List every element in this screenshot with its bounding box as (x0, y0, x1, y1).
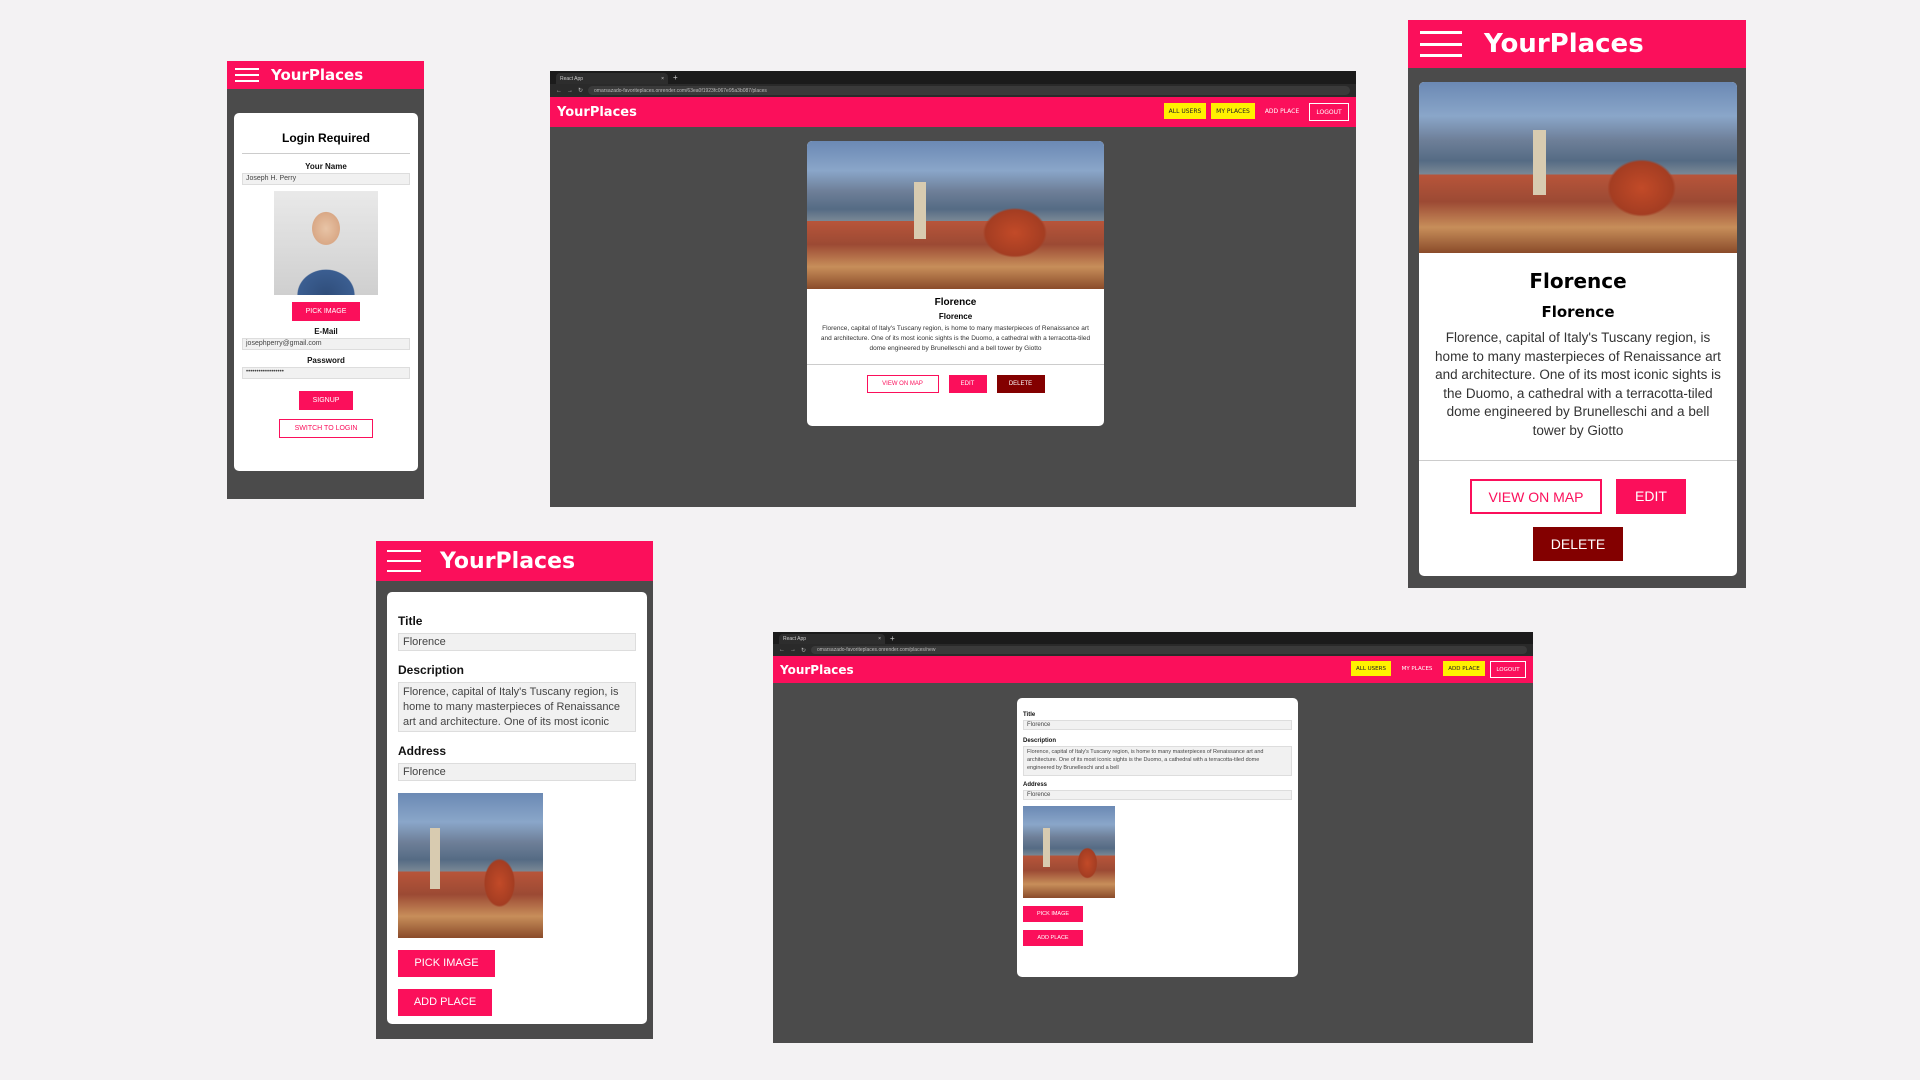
switch-to-login-button[interactable]: SWITCH TO LOGIN (279, 419, 373, 438)
title-label: Title (1023, 712, 1036, 718)
edit-button[interactable]: EDIT (1616, 479, 1686, 514)
name-label: Your Name (305, 162, 347, 171)
browser-tabbar: React App × + (773, 632, 1533, 644)
nav-logout[interactable]: LOGOUT (1490, 661, 1526, 678)
login-card: Login Required Your Name Joseph H. Perry… (234, 113, 418, 471)
address-input[interactable]: Florence (398, 763, 636, 781)
mobile-new-place-screen: YourPlaces Title Florence Description Fl… (376, 541, 653, 1039)
image-preview (1023, 806, 1115, 898)
place-address: Florence (1541, 303, 1615, 321)
place-description: Florence, capital of Italy's Tuscany reg… (1435, 330, 1721, 438)
place-card: Florence Florence Florence, capital of I… (807, 141, 1104, 426)
browser-tabbar: React App × + (550, 71, 1356, 84)
mobile-header: YourPlaces (1408, 20, 1746, 68)
pick-image-button[interactable]: PICK IMAGE (1023, 906, 1083, 922)
brand-title[interactable]: YourPlaces (1484, 29, 1644, 59)
nav-all-users[interactable]: ALL USERS (1351, 661, 1391, 676)
place-image (807, 141, 1104, 289)
address-label: Address (398, 744, 447, 758)
mobile-login-screen: YourPlaces Login Required Your Name Jose… (227, 61, 424, 499)
browser-tab[interactable]: React App × (556, 73, 668, 84)
nav-my-places[interactable]: MY PLACES (1211, 103, 1255, 119)
nav-my-places[interactable]: MY PLACES (1396, 661, 1438, 676)
view-on-map-button[interactable]: VIEW ON MAP (866, 375, 939, 393)
place-card: Florence Florence Florence, capital of I… (1419, 82, 1737, 576)
browser-urlbar: ← → ↻ omarsazado-favoriteplaces.onrender… (773, 644, 1533, 656)
name-input[interactable]: Joseph H. Perry (242, 173, 410, 185)
password-input[interactable]: •••••••••••••••••• (242, 367, 410, 379)
place-title: Florence (1529, 269, 1627, 293)
address-bar[interactable]: omarsazado-favoriteplaces.onrender.com/p… (811, 646, 1527, 654)
add-place-button[interactable]: ADD PLACE (398, 989, 492, 1016)
new-tab-icon[interactable]: + (890, 634, 895, 643)
url-text: omarsazado-favoriteplaces.onrender.com/6… (594, 87, 767, 94)
browser-urlbar: ← → ↻ omarsazado-favoriteplaces.onrender… (550, 84, 1356, 97)
delete-button[interactable]: DELETE (1533, 527, 1623, 561)
email-input[interactable]: josephperry@gmail.com (242, 338, 410, 350)
email-label: E-Mail (314, 327, 338, 336)
tab-title: React App (560, 75, 584, 82)
hamburger-icon[interactable] (235, 68, 259, 82)
nav-add-place[interactable]: ADD PLACE (1443, 661, 1485, 676)
title-input[interactable]: Florence (398, 633, 636, 651)
address-input[interactable]: Florence (1023, 790, 1292, 800)
reload-icon[interactable]: ↻ (801, 647, 806, 654)
app-header: YourPlaces ALL USERS MY PLACES ADD PLACE… (773, 656, 1533, 683)
mobile-header: YourPlaces (227, 61, 424, 89)
password-label: Password (307, 356, 345, 365)
hamburger-icon[interactable] (1420, 31, 1462, 57)
nav-logout[interactable]: LOGOUT (1309, 103, 1349, 121)
description-label: Description (398, 663, 465, 677)
brand-title[interactable]: YourPlaces (780, 663, 854, 677)
profile-image-preview (274, 191, 378, 295)
close-icon[interactable]: × (661, 76, 664, 82)
back-icon[interactable]: ← (556, 88, 562, 94)
app-header: YourPlaces ALL USERS MY PLACES ADD PLACE… (550, 97, 1356, 127)
delete-button[interactable]: DELETE (996, 375, 1045, 393)
new-place-form: Title Florence Description Florence, cap… (1017, 698, 1298, 977)
brand-title[interactable]: YourPlaces (440, 549, 575, 574)
url-text: omarsazado-favoriteplaces.onrender.com/p… (817, 647, 936, 653)
description-textarea[interactable]: Florence, capital of Italy's Tuscany reg… (1023, 746, 1292, 776)
back-icon[interactable]: ← (779, 647, 785, 653)
place-image (1419, 82, 1737, 253)
address-bar[interactable]: omarsazado-favoriteplaces.onrender.com/6… (588, 86, 1350, 95)
title-input[interactable]: Florence (1023, 720, 1292, 730)
browser-window-new-place: React App × + ← → ↻ omarsazado-favoritep… (773, 632, 1533, 1043)
nav-all-users[interactable]: ALL USERS (1164, 103, 1206, 119)
new-place-form: Title Florence Description Florence, cap… (387, 592, 647, 1024)
pick-image-button[interactable]: PICK IMAGE (292, 302, 360, 321)
hamburger-icon[interactable] (387, 550, 421, 572)
address-label: Address (1023, 782, 1048, 788)
pick-image-button[interactable]: PICK IMAGE (398, 950, 495, 977)
nav-add-place[interactable]: ADD PLACE (1260, 103, 1304, 119)
close-icon[interactable]: × (878, 636, 881, 642)
brand-title[interactable]: YourPlaces (557, 105, 637, 120)
login-title: Login Required (242, 121, 410, 154)
view-on-map-button[interactable]: VIEW ON MAP (1470, 479, 1602, 514)
description-textarea[interactable]: Florence, capital of Italy's Tuscany reg… (398, 682, 636, 732)
brand-title[interactable]: YourPlaces (271, 66, 363, 84)
place-description: Florence, capital of Italy's Tuscany reg… (820, 325, 1091, 352)
add-place-button[interactable]: ADD PLACE (1023, 930, 1083, 946)
browser-window-places: React App × + ← → ↻ omarsazado-favoritep… (550, 71, 1356, 507)
place-title: Florence (934, 297, 977, 308)
image-preview (398, 793, 543, 938)
place-address: Florence (938, 312, 973, 321)
browser-tab[interactable]: React App × (779, 634, 885, 644)
mobile-header: YourPlaces (376, 541, 653, 581)
new-tab-icon[interactable]: + (673, 73, 678, 82)
reload-icon[interactable]: ↻ (578, 87, 583, 94)
description-label: Description (1023, 738, 1057, 744)
title-label: Title (398, 614, 423, 628)
tab-title: React App (783, 636, 807, 642)
edit-button[interactable]: EDIT (948, 375, 987, 393)
forward-icon[interactable]: → (567, 88, 573, 94)
mobile-place-screen: YourPlaces Florence Florence Florence, c… (1408, 20, 1746, 588)
signup-button[interactable]: SIGNUP (299, 391, 353, 410)
forward-icon[interactable]: → (790, 647, 796, 653)
